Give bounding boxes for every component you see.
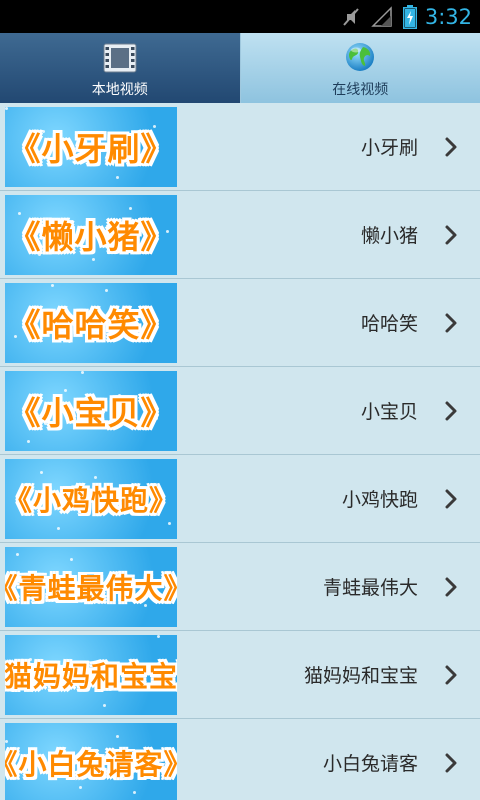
list-item[interactable]: 《青蛙最伟大》 青蛙最伟大 (0, 543, 480, 631)
sparkle-decoration (57, 527, 60, 530)
chevron-right-icon (445, 401, 457, 420)
thumbnail-title: 《小宝贝》 (8, 394, 174, 432)
sparkle-decoration (129, 207, 132, 210)
video-title: 猫妈妈和宝宝 (303, 665, 418, 687)
thumbnail-title: 《小牙刷》 (8, 130, 174, 168)
chevron-right-icon (445, 225, 457, 244)
tab-label-online: 在线视频 (332, 82, 389, 98)
list-item[interactable]: 《猫妈妈和宝宝》 猫妈妈和宝宝 (0, 631, 480, 719)
chevron-right-icon (445, 137, 457, 156)
sparkle-decoration (40, 471, 43, 474)
status-bar: 3:32 (0, 0, 480, 33)
tab-bar: 本地视频 在线视频 (0, 33, 480, 103)
tab-label-local: 本地视频 (91, 82, 148, 98)
video-list: 《小牙刷》 小牙刷 《懒小猪》 懒小猪 《哈哈笑》 哈哈笑 《小宝贝》 小宝贝 … (0, 103, 480, 800)
sparkle-decoration (105, 289, 108, 292)
video-thumbnail: 《哈哈笑》 (5, 283, 177, 363)
video-thumbnail: 《小白兔请客》 (5, 723, 177, 800)
video-thumbnail: 《小宝贝》 (5, 371, 177, 451)
sparkle-decoration (116, 176, 119, 179)
video-thumbnail: 《懒小猪》 (5, 195, 177, 275)
thumbnail-title: 《青蛙最伟大》 (5, 572, 177, 605)
thumbnail-title: 《猫妈妈和宝宝》 (5, 660, 177, 693)
list-item[interactable]: 《懒小猪》 懒小猪 (0, 191, 480, 279)
list-item[interactable]: 《小鸡快跑》 小鸡快跑 (0, 455, 480, 543)
sparkle-decoration (16, 553, 19, 556)
film-icon (103, 43, 137, 73)
signal-icon (371, 5, 393, 28)
thumbnail-title: 《小白兔请客》 (5, 748, 177, 781)
tab-online-videos[interactable]: 在线视频 (240, 33, 480, 103)
video-thumbnail: 《小牙刷》 (5, 107, 177, 187)
video-title: 小鸡快跑 (341, 489, 418, 511)
video-thumbnail: 《小鸡快跑》 (5, 459, 177, 539)
sparkle-decoration (133, 791, 136, 794)
chevron-right-icon (445, 489, 457, 508)
globe-icon (344, 41, 376, 73)
thumbnail-title: 《哈哈笑》 (8, 306, 174, 344)
sparkle-decoration (70, 558, 73, 561)
sparkle-decoration (92, 258, 95, 261)
video-thumbnail: 《猫妈妈和宝宝》 (5, 635, 177, 715)
sparkle-decoration (79, 786, 82, 789)
video-title: 哈哈笑 (360, 313, 418, 335)
sparkle-decoration (5, 107, 8, 110)
status-time: 3:32 (424, 4, 472, 29)
list-item[interactable]: 《小牙刷》 小牙刷 (0, 103, 480, 191)
sparkle-decoration (51, 284, 54, 287)
tab-local-videos[interactable]: 本地视频 (0, 33, 241, 103)
chevron-right-icon (445, 577, 457, 596)
video-title: 小白兔请客 (322, 753, 418, 775)
sparkle-decoration (116, 735, 119, 738)
thumbnail-title: 《小鸡快跑》 (5, 484, 177, 517)
list-item[interactable]: 《小白兔请客》 小白兔请客 (0, 719, 480, 800)
thumbnail-title: 《懒小猪》 (8, 218, 174, 256)
list-item[interactable]: 《小宝贝》 小宝贝 (0, 367, 480, 455)
video-thumbnail: 《青蛙最伟大》 (5, 547, 177, 627)
sparkle-decoration (27, 440, 30, 443)
chevron-right-icon (445, 665, 457, 684)
video-title: 小牙刷 (360, 137, 418, 159)
chevron-right-icon (445, 753, 457, 772)
sparkle-decoration (81, 371, 84, 374)
chevron-right-icon (445, 313, 457, 332)
sparkle-decoration (157, 635, 160, 638)
video-title: 青蛙最伟大 (322, 577, 418, 599)
battery-charging-icon (402, 4, 417, 29)
video-title: 小宝贝 (360, 401, 418, 423)
sparkle-decoration (168, 522, 171, 525)
mute-icon (341, 6, 361, 28)
list-item[interactable]: 《哈哈笑》 哈哈笑 (0, 279, 480, 367)
video-title: 懒小猪 (360, 225, 418, 247)
sparkle-decoration (103, 704, 106, 707)
